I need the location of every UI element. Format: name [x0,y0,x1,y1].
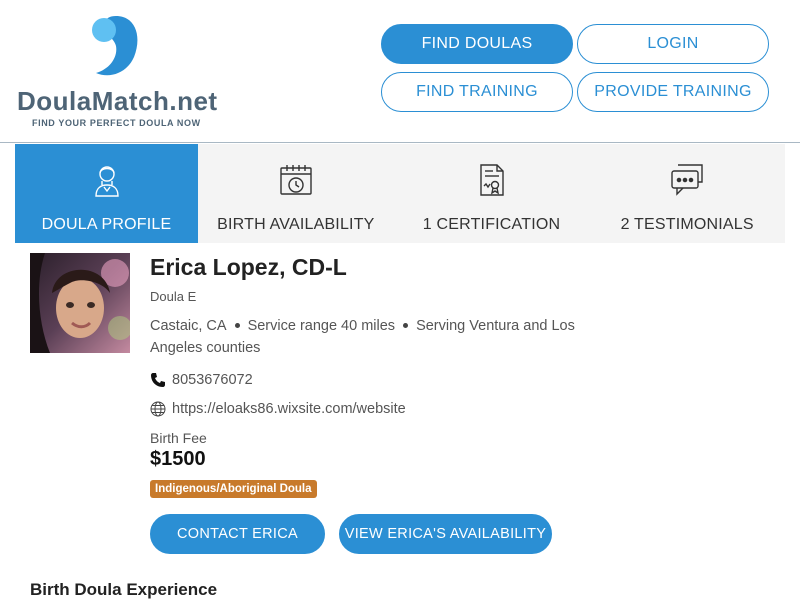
phone-number[interactable]: 8053676072 [172,372,253,388]
tab-label: DOULA PROFILE [41,216,172,233]
tab-label: 2 TESTIMONIALS [620,216,754,233]
tab-birth-availability[interactable]: BIRTH AVAILABILITY [198,144,394,243]
tab-testimonials[interactable]: 2 TESTIMONIALS [589,144,785,243]
separator-dot [234,322,240,328]
certificate-icon [479,164,504,196]
logo-tagline: FIND YOUR PERFECT DOULA NOW [32,118,201,128]
globe-icon [150,401,166,417]
separator-dot [403,322,409,328]
logo-icon[interactable] [90,13,142,79]
provide-training-button[interactable]: PROVIDE TRAINING [577,72,769,112]
site-header: DoulaMatch.net FIND YOUR PERFECT DOULA N… [0,0,800,143]
tab-doula-profile[interactable]: DOULA PROFILE [15,144,198,243]
birth-fee-value: $1500 [150,448,206,470]
calendar-clock-icon [280,165,312,195]
doula-name: Erica Lopez, CD-L [150,254,347,280]
chat-bubbles-icon [671,164,703,196]
login-button[interactable]: LOGIN [577,24,769,64]
phone-icon [150,372,166,388]
view-availability-button[interactable]: VIEW ERICA'S AVAILABILITY [339,514,552,554]
website-link[interactable]: https://eloaks86.wixsite.com/website [172,401,406,417]
contact-button[interactable]: CONTACT ERICA [150,514,325,554]
location-info: Castaic, CA Service range 40 miles Serving… [150,315,610,359]
profile-tabs: DOULA PROFILE BIRTH AVAILABILITY 1 CERTI… [15,144,785,243]
tab-label: BIRTH AVAILABILITY [217,216,375,233]
service-range-text: Service range 40 miles [247,318,396,334]
tab-label: 1 CERTIFICATION [422,216,561,233]
website-row[interactable]: https://eloaks86.wixsite.com/website [150,401,406,417]
person-icon [94,166,119,197]
tab-certification[interactable]: 1 CERTIFICATION [394,144,590,243]
city-text: Castaic, CA [150,318,227,334]
find-training-button[interactable]: FIND TRAINING [381,72,573,112]
phone-row[interactable]: 8053676072 [150,372,253,388]
identity-badge: Indigenous/Aboriginal Doula [150,480,317,498]
find-doulas-button[interactable]: FIND DOULAS [381,24,573,64]
doula-subtitle: Doula E [150,289,197,304]
birth-fee-label: Birth Fee [150,430,207,446]
experience-section-title: Birth Doula Experience [30,580,218,599]
logo-wordmark[interactable]: DoulaMatch.net [17,86,218,117]
profile-photo [30,253,130,353]
